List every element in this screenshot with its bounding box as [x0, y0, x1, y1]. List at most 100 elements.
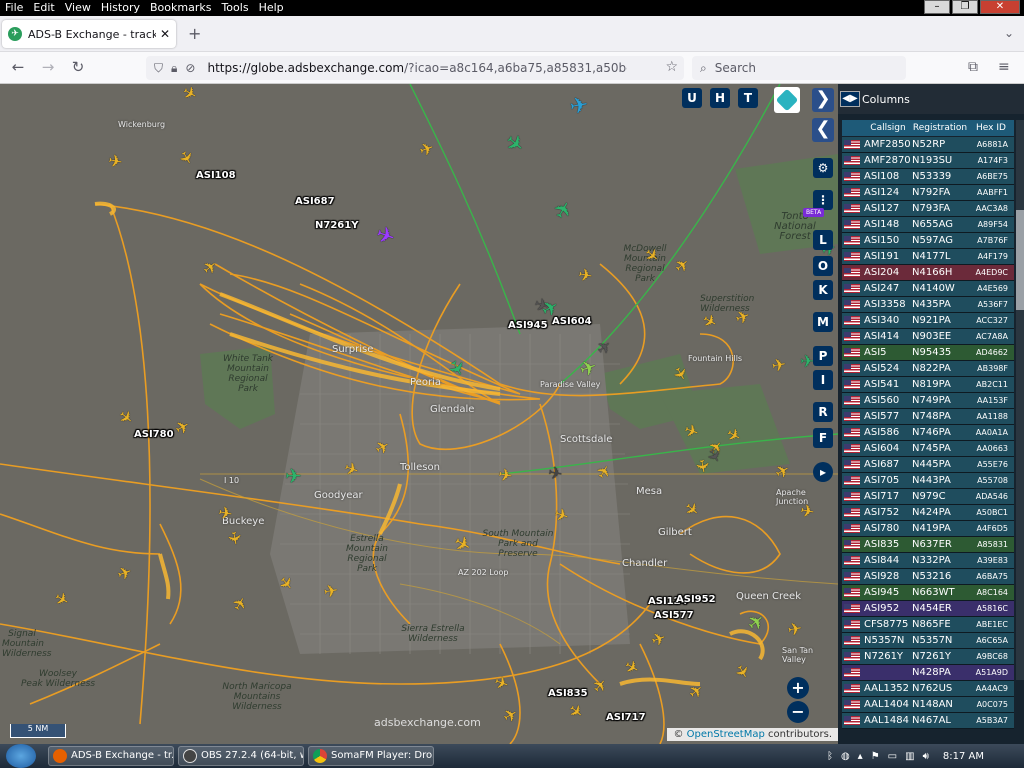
table-row[interactable]: CFS8775 N865FE ABE1EC	[842, 617, 1014, 633]
filter-icon[interactable]: ⋮	[813, 190, 833, 210]
start-button[interactable]	[6, 744, 36, 768]
display-icon[interactable]: ▭	[888, 751, 897, 762]
minimize-button[interactable]: –	[924, 0, 950, 14]
aircraft-icon[interactable]: ✈	[223, 530, 245, 548]
zoom-out-button[interactable]: −	[787, 701, 809, 723]
aircraft-icon[interactable]: ✈	[568, 93, 590, 121]
table-row[interactable]: ASI247 N4140W A4E569	[842, 281, 1014, 297]
taskbar-firefox[interactable]: ADS-B Exchange - tr...	[48, 746, 174, 766]
menu-bookmarks[interactable]: Bookmarks	[145, 0, 216, 16]
table-row[interactable]: ASI835 N637ER A85831	[842, 537, 1014, 553]
callsign-label[interactable]: ASI577	[654, 610, 694, 621]
callsign-label[interactable]: ASI604	[552, 316, 592, 327]
menu-tools[interactable]: Tools	[216, 0, 253, 16]
table-row[interactable]: ASI577 N748PA AA1188	[842, 409, 1014, 425]
app-menu-icon[interactable]: ≡	[998, 59, 1010, 75]
aircraft-icon[interactable]: ✈	[285, 466, 302, 486]
lock-icon[interactable]: 🔒︎	[171, 61, 177, 76]
multiselect-button[interactable]: M	[813, 312, 833, 332]
callsign-label[interactable]: ASI945	[508, 320, 548, 331]
clock[interactable]: 8:17 AM	[943, 751, 984, 762]
scrollbar-thumb[interactable]	[1016, 210, 1024, 310]
forward-icon[interactable]: →	[38, 58, 58, 76]
callsign-label[interactable]: ASI687	[295, 196, 335, 207]
map-view[interactable]: White Tank Mountain Regional Park Estrel…	[0, 84, 838, 744]
table-row[interactable]: ASI687 N445PA A55E76	[842, 457, 1014, 473]
table-row[interactable]: ASI340 N921PA ACC327	[842, 313, 1014, 329]
table-row[interactable]: ASI752 N424PA A50BC1	[842, 505, 1014, 521]
callsign-label[interactable]: ASI780	[134, 429, 174, 440]
table-row[interactable]: ASI705 N443PA A55708	[842, 473, 1014, 489]
playback-icon[interactable]: ▸	[813, 462, 833, 482]
table-row[interactable]: ASI204 N4166H A4ED9C	[842, 265, 1014, 281]
search-box[interactable]: ⌕ Search	[692, 56, 906, 80]
map-layers-button[interactable]	[774, 87, 800, 113]
maximize-button[interactable]: ❐	[952, 0, 978, 14]
table-row[interactable]: N5357N N5357N A6C65A	[842, 633, 1014, 649]
table-row[interactable]: ASI124 N792FA AABFF1	[842, 185, 1014, 201]
tracking-shield-icon[interactable]: ⛉	[154, 61, 163, 76]
table-row[interactable]: ASI604 N745PA AA0663	[842, 441, 1014, 457]
tab-adsb[interactable]: ✈ ADS-B Exchange - track aircraft ✕	[2, 20, 176, 48]
table-row[interactable]: N7261Y N7261Y A9BC68	[842, 649, 1014, 665]
bluetooth-icon[interactable]: ᛒ	[827, 751, 833, 762]
table-row[interactable]: AAL1352 N762US AA4AC9	[842, 681, 1014, 697]
table-row[interactable]: ASI844 N332PA A39E83	[842, 553, 1014, 569]
table-row[interactable]: ASI928 N53216 A6BA75	[842, 569, 1014, 585]
table-row[interactable]: ASI524 N822PA AB398F	[842, 361, 1014, 377]
columns-label[interactable]: Columns	[862, 93, 910, 106]
menu-file[interactable]: File	[0, 0, 28, 16]
callsign-label[interactable]: ASI835	[548, 688, 588, 699]
table-row[interactable]: ASI148 N655AG A89F54	[842, 217, 1014, 233]
table-row[interactable]: ASI150 N597AG A7B76F	[842, 233, 1014, 249]
zoom-in-button[interactable]: +	[787, 677, 809, 699]
table-row[interactable]: ASI945 N663WT A8C164	[842, 585, 1014, 601]
table-row[interactable]: N428PA A51A9D	[842, 665, 1014, 681]
flag-icon[interactable]: ⚑	[871, 751, 880, 762]
bookmark-star-icon[interactable]: ☆	[665, 59, 678, 75]
menu-view[interactable]: View	[60, 0, 96, 16]
columns-toggle-icon[interactable]: ◀▶	[840, 91, 860, 107]
list-all-tabs-icon[interactable]: ⌄	[1004, 26, 1014, 40]
settings-gear-icon[interactable]: ⚙	[813, 158, 833, 178]
replay-button[interactable]: R	[813, 402, 833, 422]
sidebar-scrollbar[interactable]	[1016, 120, 1024, 680]
extensions-icon[interactable]: ⧉	[968, 59, 978, 75]
aircraft-icon[interactable]: ✈	[216, 503, 234, 525]
tracks-button[interactable]: T	[738, 88, 758, 108]
persistence-button[interactable]: P	[813, 346, 833, 366]
callsign-label[interactable]: ASI717	[606, 712, 646, 723]
osm-link[interactable]: OpenStreetMap	[687, 729, 765, 740]
menu-help[interactable]: Help	[254, 0, 289, 16]
col-callsign[interactable]: Callsign	[864, 123, 912, 133]
back-icon[interactable]: ←	[8, 58, 28, 76]
table-row[interactable]: ASI952 N454ER A5816C	[842, 601, 1014, 617]
kml-button[interactable]: K	[813, 280, 833, 300]
hide-button[interactable]: H	[710, 88, 730, 108]
table-row[interactable]: ASI127 N793FA AAC3A8	[842, 201, 1014, 217]
table-row[interactable]: ASI191 N4177L A4F179	[842, 249, 1014, 265]
new-tab-icon[interactable]: +	[188, 24, 201, 43]
menu-edit[interactable]: Edit	[28, 0, 59, 16]
reload-icon[interactable]: ↻	[68, 58, 88, 76]
table-row[interactable]: AAL1484 N467AL A5B3A7	[842, 713, 1014, 729]
callsign-label[interactable]: N7261Y	[315, 220, 358, 231]
table-row[interactable]: ASI3358 N435PA A536F7	[842, 297, 1014, 313]
aircraft-icon[interactable]: ✈	[770, 355, 788, 377]
url-text[interactable]: https://globe.adsbexchange.com/?icao=a8c…	[207, 61, 627, 75]
close-window-button[interactable]: ✕	[980, 0, 1020, 14]
table-row[interactable]: AAL1404 N148AN A0C075	[842, 697, 1014, 713]
table-row[interactable]: ASI586 N746PA AA0A1A	[842, 425, 1014, 441]
menu-history[interactable]: History	[96, 0, 145, 16]
table-row[interactable]: ASI560 N749PA AA153F	[842, 393, 1014, 409]
table-row[interactable]: ASI414 N903EE AC7A8A	[842, 329, 1014, 345]
table-row[interactable]: AMF2870 N193SU A174F3	[842, 153, 1014, 169]
aircraft-icon[interactable]: ✈	[322, 581, 340, 603]
aircraft-icon[interactable]: ✈	[786, 619, 804, 641]
expand-sidebar-button[interactable]: ❯	[812, 88, 834, 112]
network-icon[interactable]: ▥	[905, 751, 914, 762]
aircraft-icon[interactable]: ✈	[496, 465, 514, 487]
table-row[interactable]: ASI5 N95435 AD4662	[842, 345, 1014, 361]
show-hidden-icon[interactable]: ▴	[858, 751, 863, 762]
info-button[interactable]: I	[813, 370, 833, 390]
